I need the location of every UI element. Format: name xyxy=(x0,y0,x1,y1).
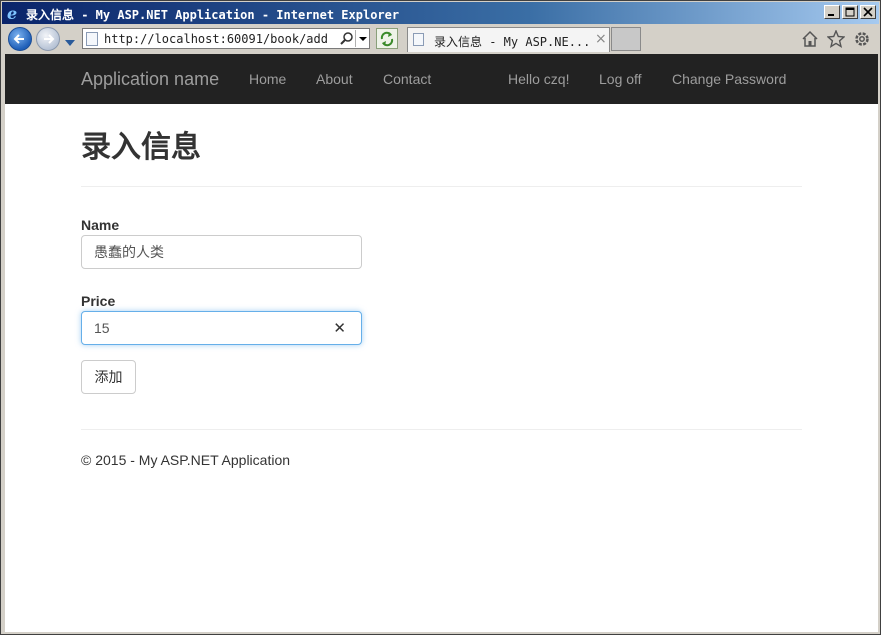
name-input[interactable]: 愚蠢的人类 xyxy=(81,235,362,269)
maximize-button[interactable] xyxy=(842,5,858,19)
browser-window: e 录入信息 - My ASP.NET Application - Intern… xyxy=(0,0,881,635)
address-bar[interactable]: http://localhost:60091/book/add xyxy=(82,28,370,49)
page-title: 录入信息 xyxy=(81,131,201,164)
address-url[interactable]: http://localhost:60091/book/add xyxy=(104,32,328,46)
tab-title: 录入信息 - My ASP.NE... xyxy=(434,35,591,49)
close-window-button[interactable] xyxy=(860,5,876,19)
window-controls xyxy=(824,5,876,19)
nav-about-link[interactable]: About xyxy=(316,71,353,87)
minimize-button[interactable] xyxy=(824,5,840,19)
browser-tab[interactable]: 录入信息 - My ASP.NE... × xyxy=(407,27,610,52)
nav-greeting-link[interactable]: Hello czq! xyxy=(508,71,569,87)
favorites-star-icon[interactable] xyxy=(826,29,846,48)
price-input[interactable]: 15 ✕ xyxy=(81,311,362,345)
address-dropdown-icon[interactable] xyxy=(355,30,369,47)
navbar-brand[interactable]: Application name xyxy=(81,69,219,90)
name-label: Name xyxy=(81,217,120,233)
price-value: 15 xyxy=(94,320,110,336)
nav-logoff-link[interactable]: Log off xyxy=(599,71,642,87)
nav-contact-link[interactable]: Contact xyxy=(383,71,431,87)
home-icon[interactable] xyxy=(801,30,819,48)
internet-explorer-icon: e xyxy=(6,4,22,23)
divider xyxy=(81,186,802,187)
add-button[interactable]: 添加 xyxy=(81,360,136,394)
svg-text:e: e xyxy=(7,5,17,21)
tab-page-icon xyxy=(413,33,424,46)
price-label: Price xyxy=(81,293,116,309)
history-dropdown-icon[interactable] xyxy=(65,35,75,49)
forward-button[interactable] xyxy=(36,27,60,51)
footer-divider xyxy=(81,429,802,430)
gear-icon[interactable] xyxy=(853,30,871,48)
nav-change-password-link[interactable]: Change Password xyxy=(672,71,786,87)
browser-toolbar: http://localhost:60091/book/add 录入信息 - M… xyxy=(2,24,879,54)
nav-home-link[interactable]: Home xyxy=(249,71,286,87)
window-title: 录入信息 - My ASP.NET Application - Internet… xyxy=(26,8,400,22)
clear-input-icon[interactable]: ✕ xyxy=(333,319,346,339)
tab-close-icon[interactable]: × xyxy=(595,31,607,47)
refresh-button[interactable] xyxy=(376,28,398,49)
search-icon[interactable] xyxy=(340,32,354,49)
footer-text: © 2015 - My ASP.NET Application xyxy=(81,452,291,468)
site-navbar: Application name Home About Contact Hell… xyxy=(5,54,878,104)
title-bar: e 录入信息 - My ASP.NET Application - Intern… xyxy=(2,2,879,24)
page-icon xyxy=(86,32,98,46)
browser-tools xyxy=(801,29,871,48)
back-button[interactable] xyxy=(8,27,32,51)
new-tab-button[interactable] xyxy=(611,27,641,51)
web-page: Application name Home About Contact Hell… xyxy=(5,54,878,632)
